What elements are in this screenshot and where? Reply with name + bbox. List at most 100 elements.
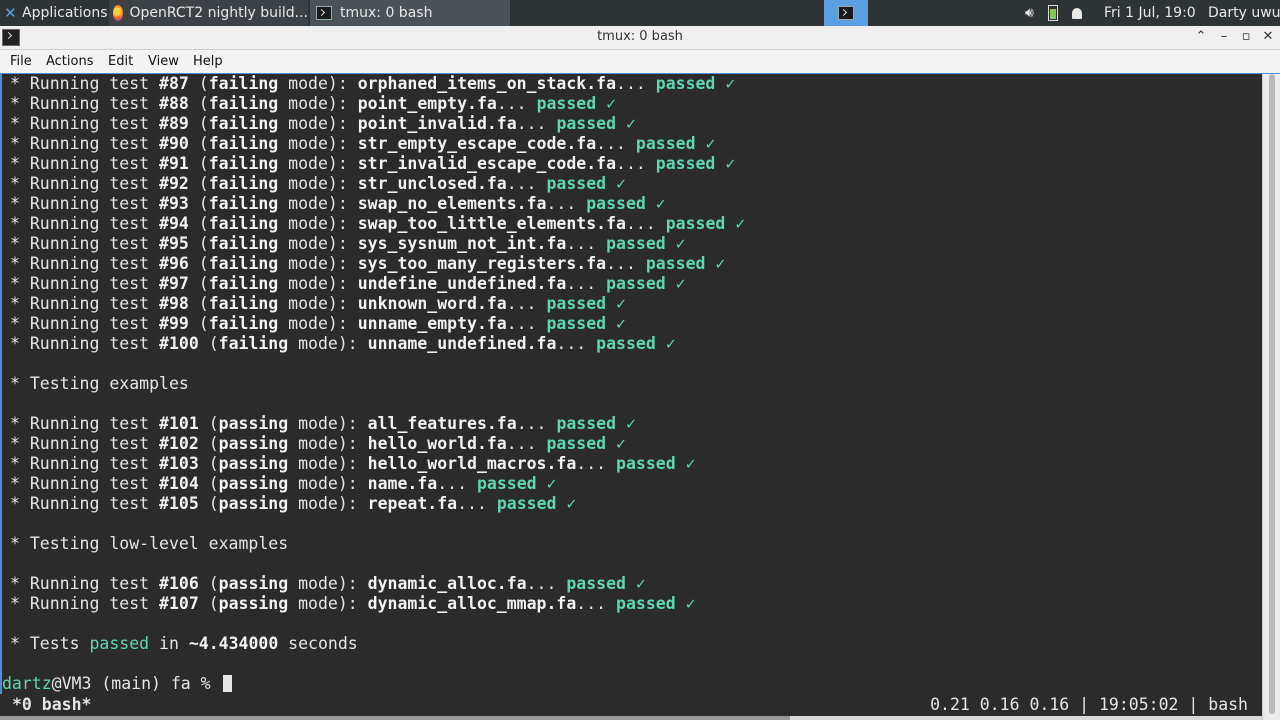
menu-view[interactable]: View: [148, 54, 179, 69]
clock[interactable]: Fri 1 Jul, 19:05: [1104, 0, 1196, 26]
close-button[interactable]: ✕: [1259, 28, 1277, 46]
menu-actions[interactable]: Actions: [46, 54, 94, 69]
mode-word: mode):: [288, 574, 368, 593]
menu-file[interactable]: File: [10, 54, 32, 69]
vertical-scrollbar[interactable]: [1262, 74, 1280, 720]
test-result-line: * Running test #99 (failing mode): unnam…: [10, 314, 626, 334]
test-file: str_empty_escape_code.fa: [357, 134, 597, 153]
shade-button[interactable]: ⌃: [1192, 28, 1210, 46]
test-number: #98: [159, 294, 189, 313]
check-icon: ✓: [675, 274, 686, 293]
line-prefix: * Running test: [10, 214, 160, 233]
battery-icon[interactable]: [1047, 5, 1058, 21]
minimize-button[interactable]: –: [1215, 28, 1233, 46]
test-status: passed: [655, 74, 716, 93]
test-number: #92: [159, 174, 189, 193]
ellipsis: ...: [606, 254, 646, 273]
test-status: passed: [536, 94, 597, 113]
test-file: dynamic_alloc.fa: [367, 574, 527, 593]
paren-open: (: [188, 294, 209, 313]
applications-menu[interactable]: ✕ Applications: [0, 0, 108, 26]
paren-open: (: [188, 234, 209, 253]
test-number: #97: [159, 274, 189, 293]
test-number: #101: [159, 414, 199, 433]
test-mode: failing: [208, 74, 279, 93]
maximize-button[interactable]: ▫: [1237, 28, 1255, 46]
test-file: swap_no_elements.fa: [357, 194, 547, 213]
paren-open: (: [188, 214, 209, 233]
paren-open: (: [188, 74, 209, 93]
paren-open: (: [188, 194, 209, 213]
test-file: all_features.fa: [367, 414, 517, 433]
window-titlebar[interactable]: tmux: 0 bash ⌃ – ▫ ✕: [0, 26, 1280, 50]
check-icon: ✓: [616, 434, 626, 453]
test-number: #100: [159, 334, 199, 353]
tmux-status-right: 0.21 0.16 0.16 | 19:05:02 | bash: [930, 695, 1248, 714]
paren-open: (: [188, 154, 209, 173]
test-result-line: * Running test #106 (passing mode): dyna…: [10, 574, 646, 594]
test-mode: passing: [218, 434, 289, 453]
test-mode: passing: [218, 494, 289, 513]
mode-word: mode):: [278, 194, 358, 213]
test-result-line: * Running test #98 (failing mode): unkno…: [10, 294, 626, 314]
mode-word: mode):: [278, 214, 358, 233]
taskbar-item-openrct2[interactable]: OpenRCT2 nightly build...: [109, 0, 308, 26]
user-menu[interactable]: Darty uwu: [1208, 0, 1280, 26]
mode-word: mode):: [278, 314, 358, 333]
volume-icon[interactable]: 🔊︎: [1025, 5, 1034, 21]
horizontal-scrollbar[interactable]: [0, 716, 1262, 720]
line-prefix: * Running test: [10, 194, 160, 213]
test-status: passed: [566, 574, 626, 593]
shell-prompt[interactable]: dartz@VM3 (main) fa %: [2, 674, 232, 694]
line-prefix: * Running test: [10, 114, 160, 133]
line-prefix: * Running test: [10, 134, 160, 153]
test-result-line: * Running test #101 (passing mode): all_…: [10, 414, 636, 434]
line-prefix: * Running test: [10, 74, 160, 93]
section-heading: * Testing examples: [10, 374, 189, 393]
notification-bell-icon[interactable]: [1071, 7, 1082, 19]
test-number: #106: [159, 574, 199, 593]
test-mode: failing: [208, 94, 279, 113]
test-mode: passing: [218, 594, 289, 613]
scrollbar-thumb[interactable]: [1269, 74, 1275, 714]
mode-word: mode):: [278, 114, 358, 133]
test-file: dynamic_alloc_mmap.fa: [367, 594, 577, 613]
paren-open: (: [198, 414, 219, 433]
mode-word: mode):: [278, 274, 358, 293]
line-prefix: * Running test: [10, 334, 160, 353]
check-icon: ✓: [705, 134, 716, 153]
ellipsis: ...: [566, 274, 607, 293]
check-icon: ✓: [685, 454, 696, 473]
tmux-status-bar: *0 bash* 0.21 0.16 0.16 | 19:05:02 | bas…: [0, 694, 1262, 716]
ellipsis: ...: [616, 154, 656, 173]
test-mode: failing: [208, 114, 279, 133]
menu-help[interactable]: Help: [193, 54, 223, 69]
menu-edit[interactable]: Edit: [108, 54, 133, 69]
check-icon: ✓: [606, 94, 617, 113]
summary-passed: passed: [89, 634, 150, 653]
tmux-window-list[interactable]: *0 bash*: [12, 694, 91, 716]
test-status: passed: [546, 174, 607, 193]
paren-open: (: [188, 114, 209, 133]
ellipsis: ...: [506, 294, 547, 313]
test-number: #96: [159, 254, 189, 273]
test-result-line: * Running test #96 (failing mode): sys_t…: [10, 254, 725, 274]
workspace-pager[interactable]: [824, 0, 868, 26]
test-number: #104: [159, 474, 199, 493]
horizontal-scrollbar-thumb[interactable]: [0, 716, 790, 720]
paren-open: (: [188, 94, 209, 113]
test-file: unname_empty.fa: [357, 314, 507, 333]
paren-open: (: [198, 494, 219, 513]
test-mode: failing: [208, 254, 279, 273]
taskbar-item-tmux[interactable]: tmux: 0 bash: [310, 0, 510, 26]
test-result-line: * Running test #103 (passing mode): hell…: [10, 454, 696, 474]
test-mode: passing: [218, 414, 289, 433]
